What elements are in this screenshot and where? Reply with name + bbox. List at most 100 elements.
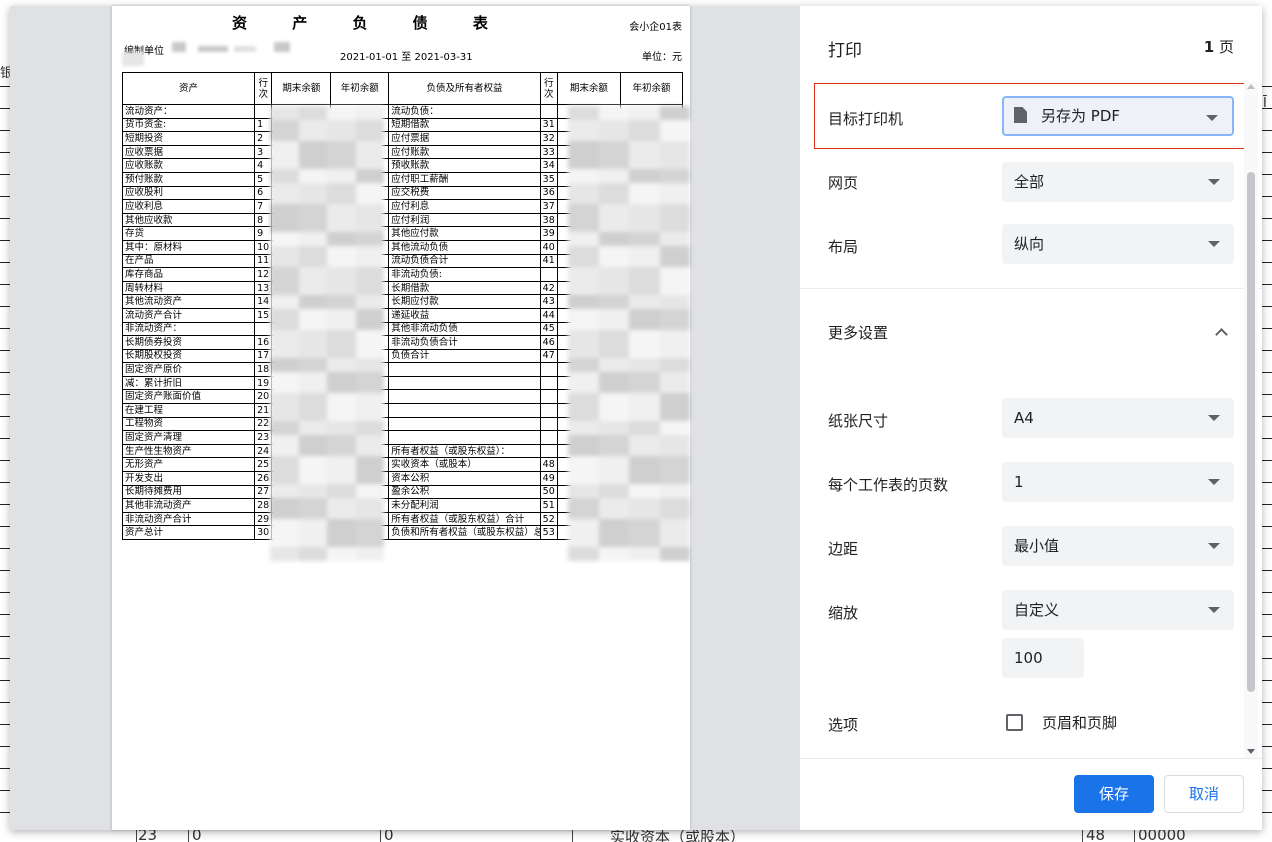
bg-gridline — [1262, 812, 1272, 813]
bg-gridline — [1262, 350, 1272, 351]
print-preview-area[interactable]: 资 产 负 债 表 会小企01表 编制单位 2021-01-01 至 2021-… — [10, 6, 800, 830]
chevron-up-icon[interactable] — [1215, 328, 1228, 341]
scroll-up-arrow-icon[interactable] — [1247, 84, 1255, 89]
liability-item: 所有者权益（或股东权益）： — [388, 443, 541, 459]
header-footer-checkbox[interactable] — [1006, 714, 1023, 731]
bg-gridline — [0, 680, 10, 681]
layout-select[interactable]: 纵向 — [1002, 224, 1234, 264]
redacted-area — [198, 46, 228, 52]
liability-line-no: 40 — [539, 239, 558, 255]
col-header: 年初余额 — [330, 72, 390, 105]
asset-item: 固定资产清理 — [121, 430, 256, 445]
pages-per-sheet-select[interactable]: 1 — [1002, 462, 1234, 502]
asset-item: 生产性生物资产 — [121, 443, 256, 459]
bg-gridline — [1262, 570, 1272, 571]
settings-scroll-area[interactable]: 目标打印机 另存为 PDF 网页 全部 布局 纵向 更多设置 纸张尺寸 A4 每… — [800, 72, 1262, 758]
margins-select[interactable]: 最小值 — [1002, 526, 1234, 566]
bg-gridline — [1262, 372, 1272, 373]
bg-gridline — [0, 702, 10, 703]
bg-gridline — [1082, 828, 1083, 842]
bg-gridline — [1262, 262, 1272, 263]
chevron-down-icon — [1208, 543, 1220, 549]
asset-item: 应收利息 — [121, 199, 256, 214]
asset-item: 在产品 — [121, 253, 256, 269]
bg-gridline — [1262, 152, 1272, 153]
currency-unit: 单位：元 — [642, 52, 682, 63]
pages-per-sheet-value: 1 — [1014, 473, 1024, 491]
dialog-footer: 保存 取消 — [800, 758, 1262, 830]
report-period: 2021-01-01 至 2021-03-31 — [340, 52, 473, 63]
more-settings-toggle[interactable]: 更多设置 — [828, 322, 888, 343]
asset-item: 固定资产账面价值 — [121, 389, 256, 405]
liability-line-no: 34 — [539, 158, 558, 173]
asset-item: 其他应收款 — [121, 212, 256, 228]
bg-gridline — [0, 306, 10, 307]
liability-item: 实收资本（或股本） — [388, 457, 541, 473]
chevron-down-icon — [1208, 179, 1220, 185]
scale-input[interactable]: 100 — [1002, 638, 1084, 678]
col-header: 资产 — [121, 72, 256, 105]
liability-item: 应交税费 — [388, 185, 541, 201]
bg-gridline — [1262, 284, 1272, 285]
bg-gridline — [1262, 680, 1272, 681]
bg-gridline — [1262, 174, 1272, 175]
liability-line-no: 49 — [539, 471, 558, 486]
col-header: 负债及所有者权益 — [388, 72, 541, 105]
page-count: 1 页 — [1204, 36, 1234, 57]
liability-line-no: 37 — [539, 199, 558, 214]
settings-scrollbar[interactable] — [1244, 82, 1258, 758]
scroll-down-arrow-icon[interactable] — [1247, 749, 1255, 754]
liability-line-no: 46 — [539, 335, 558, 350]
bg-gridline — [1262, 526, 1272, 527]
bg-gridline — [1262, 438, 1272, 439]
bg-gridline — [1262, 306, 1272, 307]
paper-size-label: 纸张尺寸 — [828, 412, 889, 430]
liability-item: 其他流动负债 — [388, 239, 541, 255]
redacted-area — [172, 42, 186, 52]
asset-item: 无形资产 — [121, 457, 256, 473]
destination-label: 目标打印机 — [828, 110, 904, 128]
liability-line-no: 32 — [539, 131, 558, 146]
scrollbar-thumb[interactable] — [1247, 172, 1255, 692]
liability-item — [388, 403, 541, 418]
layout-value: 纵向 — [1014, 235, 1045, 253]
liability-line-no — [539, 375, 558, 391]
bg-gridline — [1262, 196, 1272, 197]
redacted-area — [274, 42, 290, 52]
bg-gridline — [1262, 482, 1272, 483]
asset-item: 工程物资 — [121, 416, 256, 432]
liability-item: 长期应付款 — [388, 294, 541, 309]
liability-line-no — [539, 104, 558, 119]
liability-line-no — [539, 403, 558, 418]
bg-gridline — [1262, 746, 1272, 747]
bg-gridline — [1262, 548, 1272, 549]
bg-gridline — [1262, 702, 1272, 703]
bg-gridline — [1262, 218, 1272, 219]
bg-gridline — [0, 548, 10, 549]
bg-gridline — [0, 504, 10, 505]
asset-item: 非流动资产合计 — [121, 511, 256, 527]
liability-item: 应付职工薪酬 — [388, 171, 541, 187]
bg-gridline — [0, 636, 10, 637]
scale-select[interactable]: 自定义 — [1002, 590, 1234, 630]
layout-label: 布局 — [828, 238, 859, 256]
table-header-row: 资产 行次 期末余额 年初余额 负债及所有者权益 行次 期末余额 年初余额 — [121, 72, 684, 105]
pages-select[interactable]: 全部 — [1002, 162, 1234, 202]
save-button[interactable]: 保存 — [1074, 775, 1154, 813]
liability-line-no — [539, 362, 558, 377]
cancel-button[interactable]: 取消 — [1164, 775, 1244, 813]
chevron-down-icon — [1206, 115, 1218, 121]
liability-item: 盈余公积 — [388, 484, 541, 500]
col-header: 年初余额 — [619, 72, 684, 105]
liability-item: 应付利息 — [388, 199, 541, 214]
header-footer-label[interactable]: 页眉和页脚 — [1042, 712, 1117, 733]
paper-size-select[interactable]: A4 — [1002, 398, 1234, 438]
liability-item — [388, 389, 541, 405]
asset-item: 货币资金: — [121, 117, 256, 133]
paper-size-value: A4 — [1014, 409, 1034, 427]
col-header: 行次 — [254, 72, 273, 105]
col-header: 期末余额 — [556, 72, 621, 105]
destination-select[interactable]: 另存为 PDF — [1002, 96, 1234, 136]
destination-value: 另存为 PDF — [1041, 107, 1120, 125]
bg-gridline — [0, 592, 10, 593]
